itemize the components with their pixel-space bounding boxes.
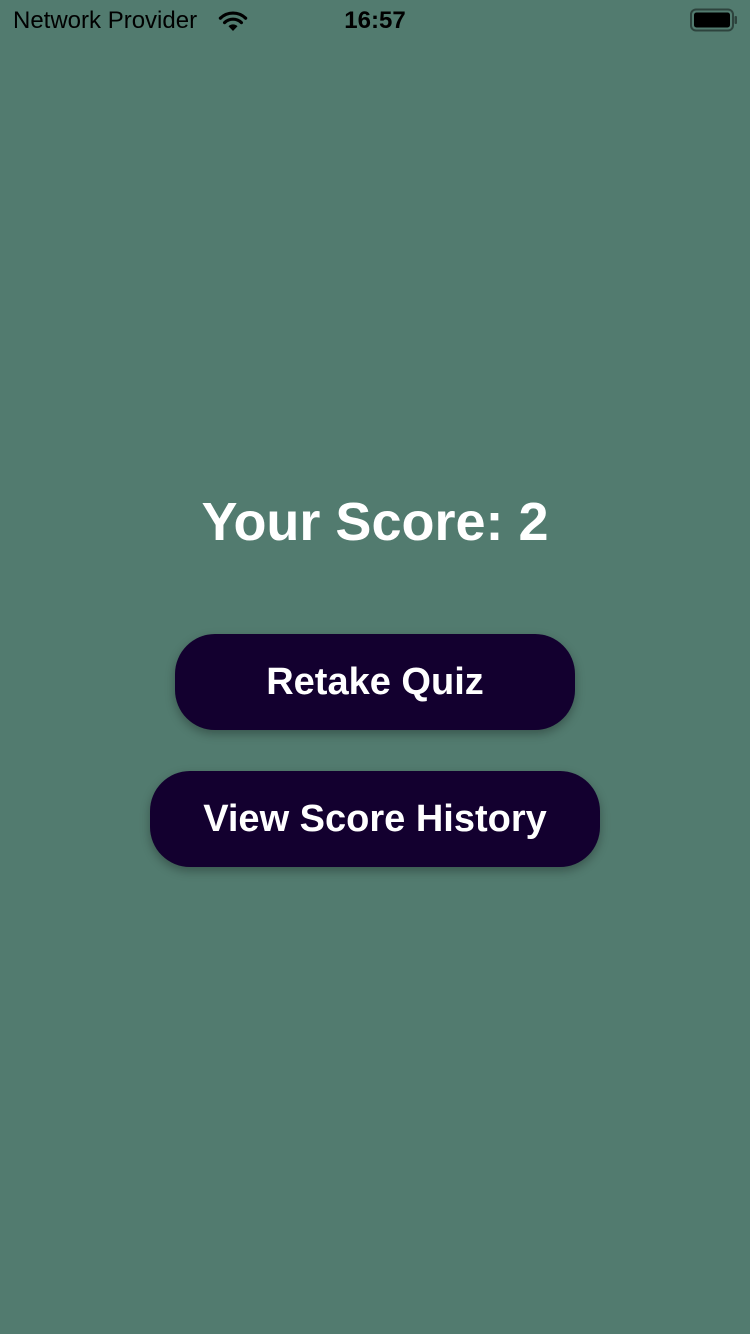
status-bar: Network Provider 16:57 [0, 0, 750, 40]
status-time: 16:57 [344, 7, 406, 34]
score-title: Your Score: 2 [201, 492, 549, 552]
retake-quiz-button[interactable]: Retake Quiz [175, 634, 575, 730]
view-score-history-button[interactable]: View Score History [150, 771, 600, 867]
battery-icon [690, 8, 737, 32]
